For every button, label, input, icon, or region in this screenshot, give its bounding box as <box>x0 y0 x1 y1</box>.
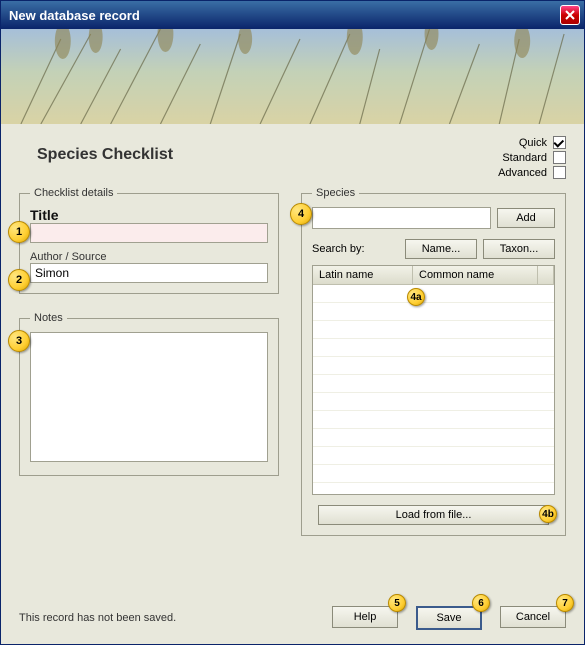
species-table-body[interactable] <box>313 285 554 494</box>
save-button[interactable]: Save <box>416 606 482 630</box>
title-label: Title <box>30 207 268 223</box>
annotation-4a: 4a <box>407 288 425 306</box>
mode-standard-checkbox[interactable] <box>553 151 566 164</box>
search-name-button[interactable]: Name... <box>405 239 477 259</box>
mode-quick-checkbox[interactable] <box>553 136 566 149</box>
annotation-4b: 4b <box>539 505 557 523</box>
titlebar: New database record <box>1 1 584 29</box>
species-legend: Species <box>312 187 359 199</box>
content-area: Species Checklist Quick Standard Advance… <box>1 124 584 644</box>
annotation-2: 2 <box>8 269 30 291</box>
mode-advanced-checkbox[interactable] <box>553 166 566 179</box>
notes-fieldset: Notes 3 <box>19 312 279 476</box>
mode-options: Quick Standard Advanced <box>498 136 566 181</box>
close-icon <box>565 10 575 20</box>
window: New database record <box>0 0 585 645</box>
mode-advanced-label: Advanced <box>498 167 547 179</box>
mode-quick-label: Quick <box>519 137 547 149</box>
species-fieldset: Species Add Search by: Name... Taxon... … <box>301 187 566 536</box>
search-taxon-button[interactable]: Taxon... <box>483 239 555 259</box>
page-title: Species Checklist <box>37 146 173 164</box>
notes-legend: Notes <box>30 312 67 324</box>
annotation-3: 3 <box>8 330 30 352</box>
col-common-header[interactable]: Common name <box>413 266 538 285</box>
checklist-details-fieldset: Checklist details Title Author / Source … <box>19 187 279 294</box>
add-button[interactable]: Add <box>497 208 555 228</box>
footer: This record has not been saved. Help 5 S… <box>19 606 566 630</box>
annotation-1: 1 <box>8 221 30 243</box>
author-label: Author / Source <box>30 251 268 263</box>
annotation-5: 5 <box>388 594 406 612</box>
close-button[interactable] <box>560 5 580 25</box>
annotation-6: 6 <box>472 594 490 612</box>
notes-textarea[interactable] <box>30 332 268 462</box>
cancel-button[interactable]: Cancel <box>500 606 566 628</box>
author-input[interactable] <box>30 263 268 283</box>
col-latin-header[interactable]: Latin name <box>313 266 413 285</box>
species-input[interactable] <box>312 207 491 229</box>
checklist-legend: Checklist details <box>30 187 117 199</box>
annotation-7: 7 <box>556 594 574 612</box>
status-text: This record has not been saved. <box>19 612 176 624</box>
col-extra-header[interactable] <box>538 266 554 285</box>
window-title: New database record <box>9 8 140 23</box>
search-by-label: Search by: <box>312 243 399 255</box>
title-input[interactable] <box>30 223 268 243</box>
annotation-4: 4 <box>290 203 312 225</box>
help-button[interactable]: Help <box>332 606 398 628</box>
species-table: Latin name Common name 4a <box>312 265 555 495</box>
load-from-file-button[interactable]: Load from file... <box>318 505 549 525</box>
mode-standard-label: Standard <box>502 152 547 164</box>
banner-image <box>1 29 584 124</box>
